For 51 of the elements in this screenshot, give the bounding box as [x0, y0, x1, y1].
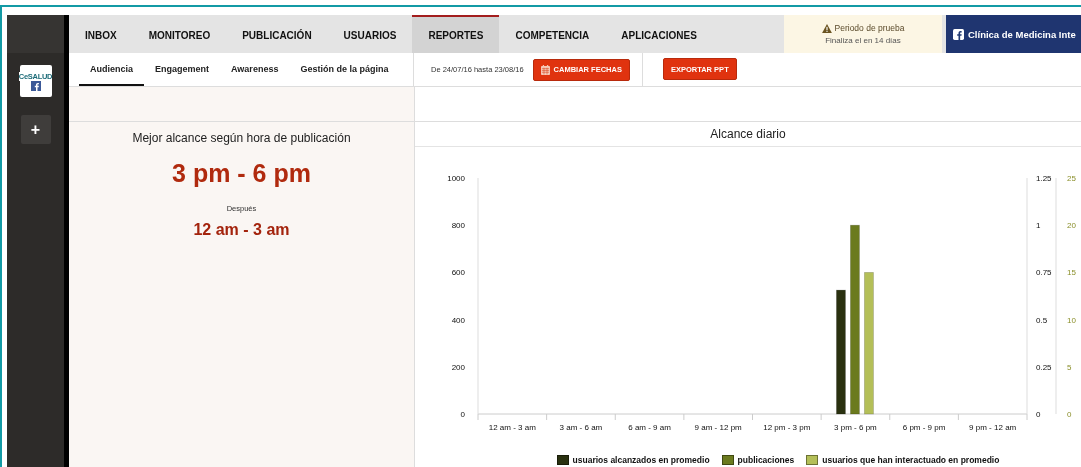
axis-label: 3 am - 6 am [559, 423, 603, 432]
axis-label: 25 [1067, 174, 1076, 183]
axis-label: 1.25 [1036, 174, 1052, 183]
axis-label: 9 am - 12 pm [694, 423, 742, 432]
calendar-icon [540, 64, 550, 75]
axis-label: 6 am - 9 am [628, 423, 671, 432]
best-time: 3 pm - 6 pm [172, 159, 311, 188]
nav-tab[interactable]: MONITOREO [132, 15, 227, 53]
axis-label: 400 [451, 315, 465, 325]
nav-tab[interactable]: USUARIOS [327, 15, 413, 53]
trial-title: Periodo de prueba [834, 23, 905, 33]
axis-label: 20 [1067, 221, 1076, 231]
sub-tab[interactable]: Gestión de la página [289, 53, 400, 86]
legend-item[interactable]: publicaciones [721, 455, 795, 465]
facebook-icon [953, 28, 964, 40]
axis-label: 1 [1036, 221, 1041, 231]
second-best-time: 12 am - 3 am [193, 221, 290, 239]
sub-tab[interactable]: Engagement [144, 53, 221, 86]
axis-label: 0 [1067, 410, 1072, 419]
axis-label: 6 pm - 9 pm [902, 423, 946, 432]
axis-label: 12 pm - 3 pm [763, 423, 811, 432]
axis-label: 800 [451, 221, 465, 231]
account-button[interactable]: Clínica de Medicina Inte [946, 15, 1081, 53]
axis-label: 0 [1036, 410, 1041, 419]
axis-label: 9 pm - 12 am [969, 423, 1017, 432]
sub-tab[interactable]: Awareness [220, 53, 290, 86]
axis-label: 0.75 [1036, 268, 1052, 278]
axis-label: 200 [451, 362, 465, 372]
axis-label: 3 pm - 6 pm [834, 423, 877, 432]
axis-label: 10 [1067, 315, 1076, 325]
legend-item[interactable]: usuarios alcanzados en promedio [556, 455, 710, 465]
chart-title: Alcance diario [415, 122, 1081, 147]
axis-label: 0.5 [1036, 315, 1048, 325]
nav-tab[interactable]: APLICACIONES [605, 15, 713, 53]
warning-icon [821, 23, 832, 33]
axis-label: 0 [460, 410, 465, 419]
nav-tab[interactable]: INBOX [69, 15, 133, 53]
nav-tab[interactable]: REPORTES [412, 15, 500, 53]
section-title: Mejor alcance según hora de publicación [132, 131, 351, 145]
axis-label: 1000 [447, 174, 465, 183]
axis-label: 5 [1067, 362, 1072, 372]
legend-item[interactable]: usuarios que han interactuado en promedio [806, 455, 1000, 465]
axis-label: 0.25 [1036, 362, 1052, 372]
axis-label: 15 [1067, 268, 1076, 278]
axis-label: 600 [451, 268, 465, 278]
add-button[interactable]: + [20, 115, 51, 144]
trial-subtitle: Finaliza el en 14 días [825, 36, 901, 45]
nav-tab[interactable]: PUBLICACIÓN [226, 15, 328, 53]
facebook-icon [30, 80, 41, 91]
axis-label: 12 am - 3 am [488, 423, 536, 432]
nav-tab[interactable]: COMPETENCIA [499, 15, 606, 53]
